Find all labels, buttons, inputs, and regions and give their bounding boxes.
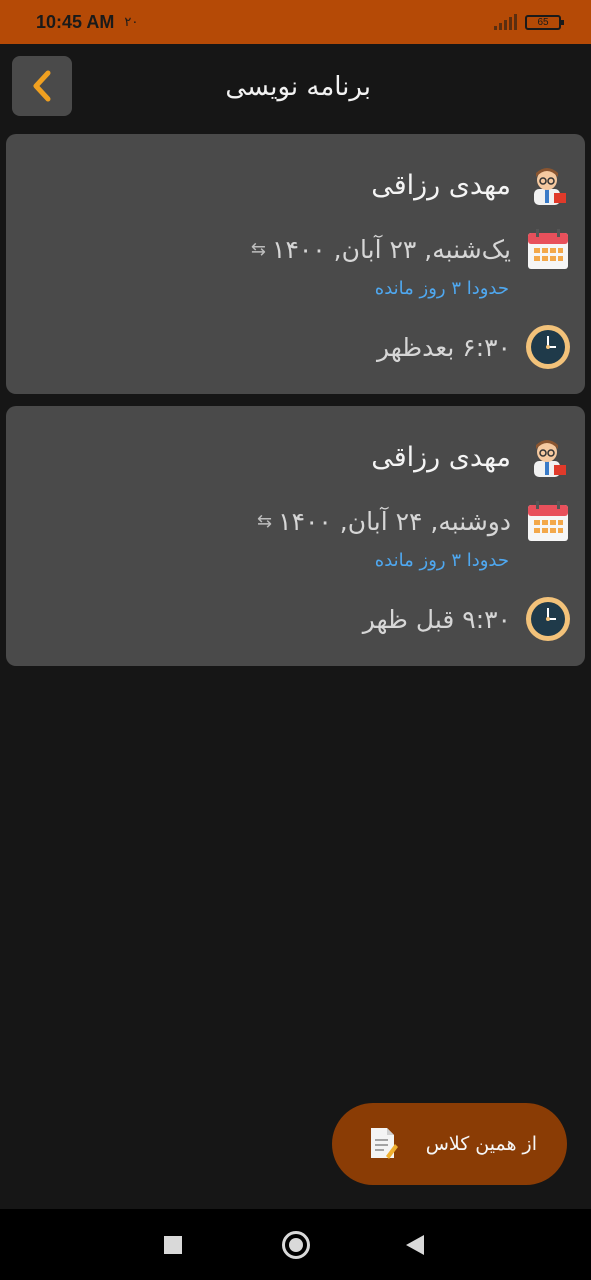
session-date: یک‌شنبه, ۲۳ آبان, ۱۴۰۰ (272, 234, 511, 264)
session-date: دوشنبه, ۲۴ آبان, ۱۴۰۰ (278, 506, 511, 536)
page-title: برنامه نویسی (225, 72, 371, 102)
status-time: 10:45 AM (36, 11, 115, 32)
session-time: ۶:۳۰ بعدظهر (376, 332, 511, 362)
date-row: یک‌شنبه, ۲۳ آبان, ۱۴۰۰ ⇆ (251, 226, 571, 272)
recent-apps-icon[interactable] (164, 1236, 182, 1254)
swap-arrows-icon: ⇆ (257, 510, 273, 532)
clock-icon (525, 324, 571, 370)
teacher-icon (525, 434, 571, 480)
calendar-icon (525, 226, 571, 272)
time-row: ۹:۳۰ قبل ظهر (363, 596, 571, 642)
document-edit-icon (368, 1126, 398, 1162)
back-triangle-icon[interactable] (406, 1235, 424, 1255)
status-bar: 10:45 AM ۲۰ 65 (0, 0, 591, 44)
session-card[interactable]: مهدی رزاقی یک‌شنبه, ۲۳ آبان, ۱۴۰۰ ⇆ حدود… (6, 134, 585, 394)
app-header: برنامه نویسی (0, 44, 591, 132)
signal-icon (494, 14, 517, 30)
chevron-left-icon (33, 70, 51, 102)
battery-level: 65 (537, 16, 549, 28)
navigation-bar (0, 1209, 591, 1280)
clock-icon (525, 596, 571, 642)
teacher-name: مهدی رزاقی (371, 169, 511, 201)
same-class-button[interactable]: از همین کلاس (332, 1103, 567, 1185)
status-notification: ۲۰ (124, 14, 139, 30)
time-row: ۶:۳۰ بعدظهر (377, 324, 571, 370)
teacher-row: مهدی رزاقی (371, 162, 571, 208)
remaining-text: حدودا ۳ روز مانده (374, 278, 509, 299)
battery-icon: 65 (525, 14, 564, 30)
session-card[interactable]: مهدی رزاقی دوشنبه, ۲۴ آبان, ۱۴۰۰ ⇆ حدودا… (6, 406, 585, 666)
remaining-text: حدودا ۳ روز مانده (374, 550, 509, 571)
status-icons: 65 (494, 14, 564, 30)
swap-arrows-icon: ⇆ (250, 238, 267, 260)
teacher-icon (525, 162, 571, 208)
date-row: دوشنبه, ۲۴ آبان, ۱۴۰۰ ⇆ (257, 498, 571, 544)
session-time: ۹:۳۰ قبل ظهر (362, 604, 511, 634)
same-class-label: از همین کلاس (425, 1133, 537, 1155)
calendar-icon (525, 498, 571, 544)
teacher-name: مهدی رزاقی (371, 441, 511, 473)
back-button[interactable] (12, 56, 72, 116)
home-icon[interactable] (282, 1231, 310, 1259)
teacher-row: مهدی رزاقی (371, 434, 571, 480)
